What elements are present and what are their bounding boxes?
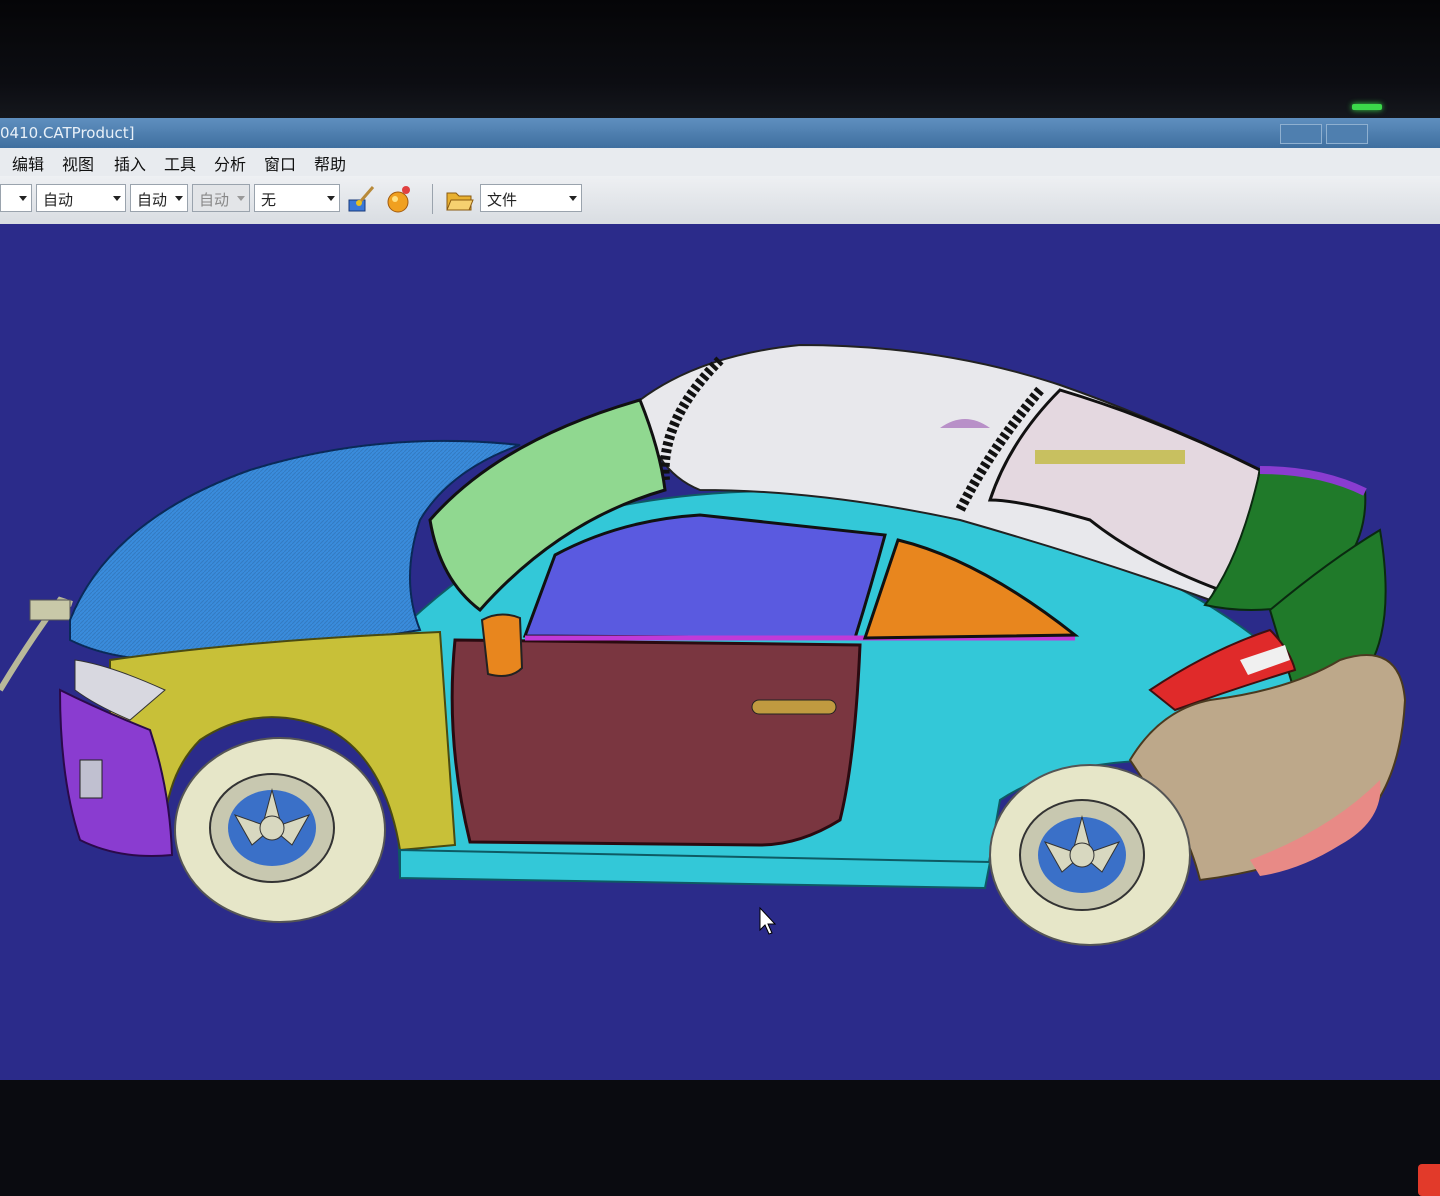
menu-tools[interactable]: 工具	[164, 151, 196, 175]
menu-window[interactable]: 窗口	[264, 151, 296, 175]
linetype-combo-value: 自动	[137, 191, 168, 209]
monitor-bezel	[0, 0, 1440, 118]
window-title: 0410.CATProduct]	[0, 124, 135, 142]
menu-insert[interactable]: 插入	[114, 151, 146, 175]
menu-view[interactable]: 视图	[62, 151, 94, 175]
front-wheel	[174, 737, 386, 923]
menu-edit[interactable]: 编辑	[12, 151, 44, 175]
layer-combo[interactable]	[0, 184, 32, 212]
window-titlebar: 0410.CATProduct]	[0, 118, 1440, 148]
minimize-button[interactable]	[1280, 124, 1322, 144]
open-folder-icon[interactable]	[444, 184, 474, 214]
file-combo[interactable]: 文件	[480, 184, 582, 212]
menu-help[interactable]: 帮助	[314, 151, 346, 175]
3d-viewport[interactable]	[0, 224, 1440, 1196]
chevron-down-icon	[19, 196, 27, 201]
linetype-combo[interactable]: 自动	[130, 184, 188, 212]
color-combo[interactable]: 自动	[36, 184, 126, 212]
chevron-down-icon	[569, 196, 577, 201]
chevron-down-icon	[327, 196, 335, 201]
thickness-combo: 自动	[192, 184, 250, 212]
door-handle	[751, 699, 837, 715]
rear-wheel	[989, 764, 1191, 946]
side-mirror	[480, 613, 524, 677]
app-logo-badge	[1418, 1164, 1440, 1196]
thickness-combo-value: 自动	[199, 191, 230, 209]
color-combo-value: 自动	[43, 191, 74, 209]
toolbar-separator	[432, 184, 433, 214]
maximize-button[interactable]	[1326, 124, 1368, 144]
power-indicator-light	[1352, 104, 1382, 110]
menu-bar: 编辑 视图 插入 工具 分析 窗口 帮助	[0, 148, 1440, 176]
rear-shelf	[1035, 450, 1185, 464]
material-combo[interactable]: 无	[254, 184, 340, 212]
material-combo-value: 无	[261, 191, 277, 209]
apply-material-icon[interactable]	[384, 184, 414, 214]
file-combo-value: 文件	[487, 191, 518, 209]
menu-analyze[interactable]: 分析	[214, 151, 246, 175]
chevron-down-icon	[175, 196, 183, 201]
paint-brush-icon[interactable]	[346, 184, 376, 214]
properties-toolbar: 自动 自动 自动 无 文件	[0, 176, 1440, 225]
car-model	[0, 343, 1407, 946]
fog-light	[79, 759, 103, 799]
chevron-down-icon	[113, 196, 121, 201]
chevron-down-icon	[237, 196, 245, 201]
mouse-pointer-icon	[759, 906, 777, 935]
tow-hook	[29, 599, 71, 621]
